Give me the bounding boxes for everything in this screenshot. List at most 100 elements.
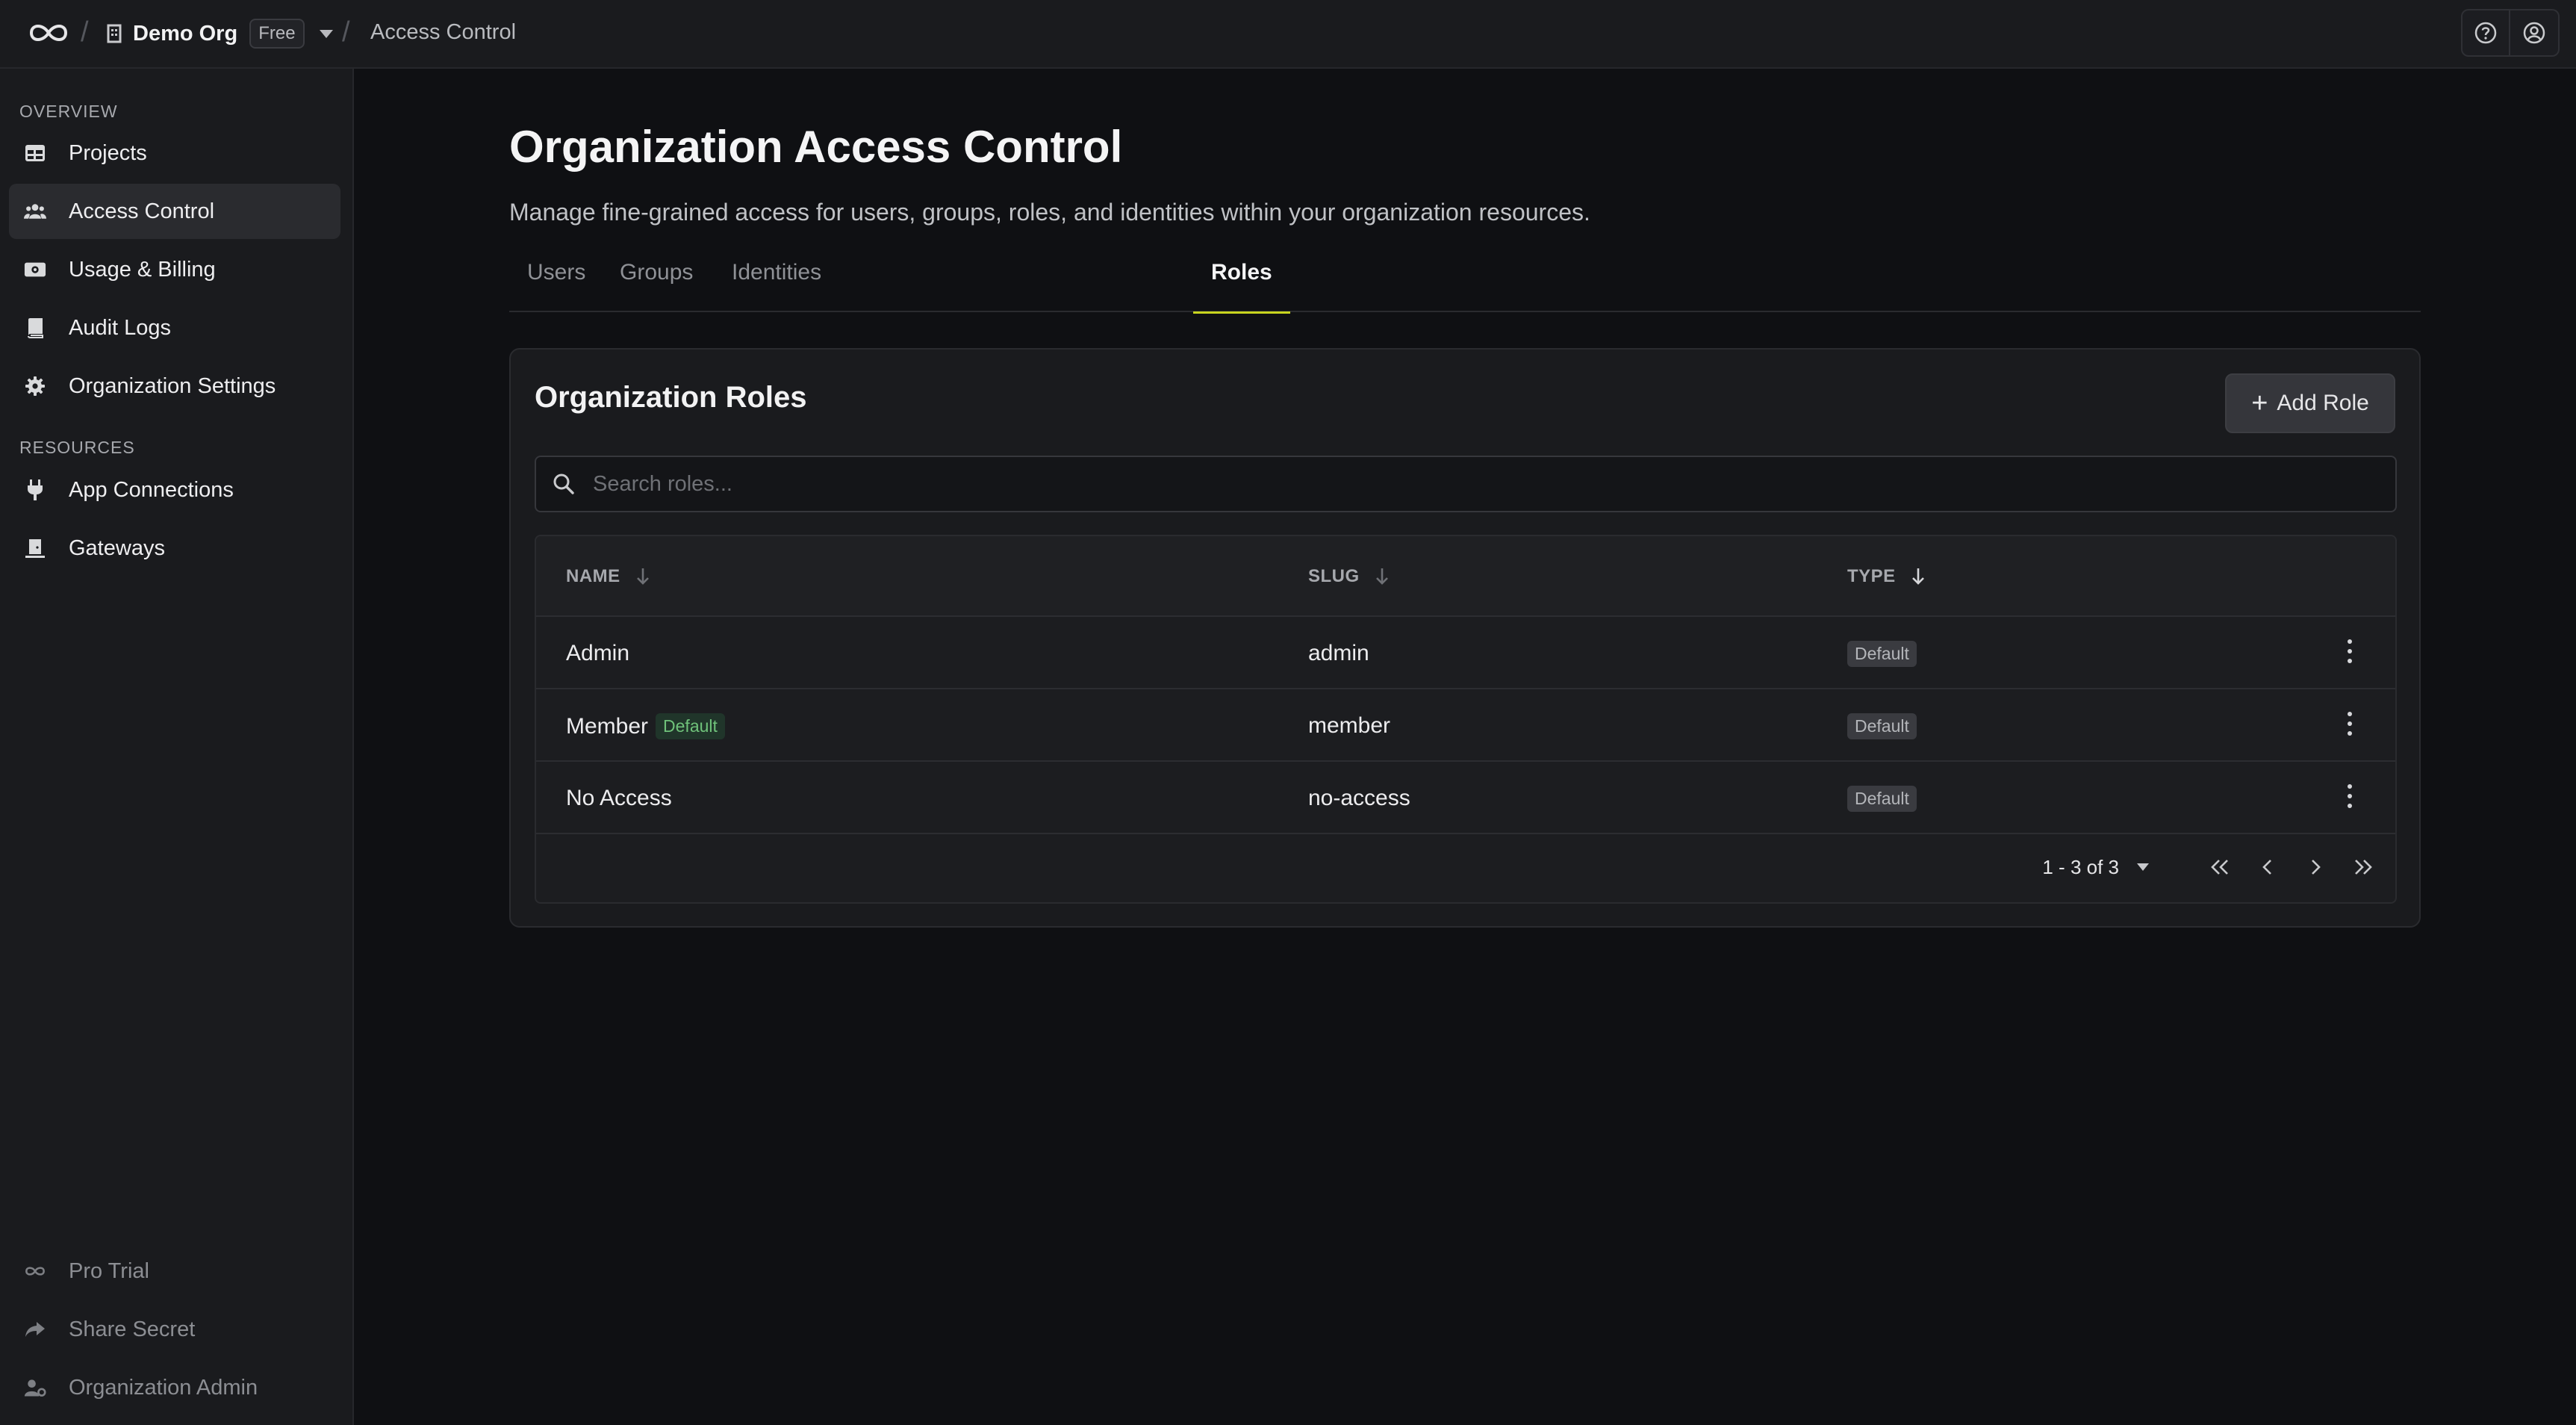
money-icon — [24, 258, 46, 281]
sidebar-item-label: Audit Logs — [69, 315, 172, 340]
sidebar-item-gateways[interactable]: Gateways — [9, 521, 340, 576]
plug-icon — [24, 479, 46, 501]
roles-card: Organization Roles + Add Role NAME — [509, 348, 2421, 928]
book-icon — [24, 317, 46, 339]
sidebar-item-audit-logs[interactable]: Audit Logs — [9, 300, 340, 356]
sort-arrow-icon — [636, 568, 649, 585]
search-icon — [553, 474, 574, 494]
sidebar-item-organization-settings[interactable]: Organization Settings — [9, 358, 340, 414]
sidebar-item-pro-trial[interactable]: Pro Trial — [9, 1244, 340, 1299]
tab-roles[interactable]: Roles — [1193, 260, 1290, 314]
org-selector[interactable]: Demo Org Free — [106, 18, 333, 49]
table-footer: 1 - 3 of 3 — [536, 835, 2395, 902]
sidebar-item-access-control[interactable]: Access Control — [9, 184, 340, 239]
page-subtitle: Manage fine-grained access for users, gr… — [509, 199, 1590, 226]
column-header-name[interactable]: NAME — [566, 566, 650, 587]
sidebar-item-projects[interactable]: Projects — [9, 125, 340, 181]
main-content: Organization Access Control Manage fine-… — [355, 69, 2576, 1425]
infinity-icon — [24, 1260, 46, 1282]
sidebar-item-app-connections[interactable]: App Connections — [9, 462, 340, 518]
tab-users[interactable]: Users — [527, 260, 585, 312]
sidebar-item-share-secret[interactable]: Share Secret — [9, 1302, 340, 1357]
add-role-label: Add Role — [2277, 391, 2369, 415]
sidebar: OVERVIEW Projects Access Control Usage &… — [0, 69, 354, 1425]
table-icon — [24, 142, 46, 164]
user-circle-icon — [2523, 22, 2545, 44]
table-row[interactable]: Admin admin Default — [536, 617, 2395, 689]
breadcrumb-separator: / — [81, 16, 89, 48]
role-name: Member — [566, 713, 649, 739]
sidebar-item-label: Organization Settings — [69, 373, 276, 398]
more-options-icon[interactable] — [2346, 639, 2353, 663]
app-root: / Demo Org Free / Access Control OVERVIE… — [0, 0, 2576, 1425]
plan-badge: Free — [249, 19, 305, 49]
column-header-slug[interactable]: SLUG — [1308, 566, 1390, 587]
default-role-badge: Default — [656, 713, 725, 739]
pagination-range: 1 - 3 of 3 — [2042, 855, 2119, 878]
page-title: Organization Access Control — [509, 122, 1123, 172]
chevron-down-icon[interactable] — [319, 29, 333, 38]
sidebar-item-label: App Connections — [69, 477, 234, 502]
sidebar-item-label: Share Secret — [69, 1317, 196, 1341]
gear-icon — [24, 375, 46, 397]
share-icon — [24, 1318, 46, 1341]
sidebar-section-resources: RESOURCES — [19, 438, 135, 457]
roles-table: NAME SLUG TYPE Admin admin Default Membe… — [535, 535, 2397, 904]
column-label: NAME — [566, 566, 620, 586]
sort-arrow-icon — [1375, 568, 1388, 585]
card-title: Organization Roles — [535, 381, 807, 414]
role-type-badge: Default — [1847, 641, 1917, 667]
table-row[interactable]: Member Default member Default — [536, 689, 2395, 762]
role-name: No Access — [566, 786, 672, 810]
tab-groups[interactable]: Groups — [620, 260, 693, 312]
org-name: Demo Org — [133, 21, 238, 46]
sidebar-item-organization-admin[interactable]: Organization Admin — [9, 1360, 340, 1415]
breadcrumb-separator: / — [342, 16, 350, 48]
role-name-cell: Member Default — [566, 713, 725, 739]
breadcrumb-current[interactable]: Access Control — [370, 20, 516, 45]
role-type-badge: Default — [1847, 786, 1917, 812]
sidebar-item-label: Projects — [69, 140, 147, 165]
next-page-icon[interactable] — [2303, 854, 2328, 880]
sidebar-item-label: Organization Admin — [69, 1375, 258, 1400]
table-header: NAME SLUG TYPE — [536, 536, 2395, 617]
sidebar-section-overview: OVERVIEW — [19, 102, 118, 121]
search-bar — [535, 456, 2397, 512]
role-slug: admin — [1308, 641, 1369, 665]
column-label: TYPE — [1847, 566, 1896, 586]
sidebar-item-usage-billing[interactable]: Usage & Billing — [9, 242, 340, 297]
question-circle-icon — [2474, 22, 2497, 44]
top-bar: / Demo Org Free / Access Control — [0, 0, 2576, 69]
sidebar-item-label: Access Control — [69, 199, 215, 223]
sidebar-item-label: Usage & Billing — [69, 257, 216, 282]
sidebar-item-label: Pro Trial — [69, 1258, 149, 1283]
tab-bar: Users Groups Identities Roles — [509, 245, 2421, 314]
sort-arrow-icon — [1911, 568, 1924, 585]
top-actions — [2461, 9, 2560, 57]
role-slug: member — [1308, 713, 1391, 738]
account-button[interactable] — [2510, 9, 2560, 57]
search-input[interactable] — [593, 471, 2395, 497]
role-name: Admin — [566, 641, 630, 665]
infinity-logo-icon[interactable] — [27, 21, 70, 45]
user-gear-icon — [24, 1376, 46, 1399]
more-options-icon[interactable] — [2346, 784, 2353, 808]
gateway-icon — [24, 537, 46, 559]
users-icon — [24, 200, 46, 223]
sidebar-item-label: Gateways — [69, 535, 165, 560]
last-page-icon[interactable] — [2351, 854, 2376, 880]
table-row[interactable]: No Access no-access Default — [536, 762, 2395, 834]
pagination: 1 - 3 of 3 — [2042, 854, 2376, 880]
more-options-icon[interactable] — [2346, 712, 2353, 736]
plus-icon: + — [2251, 388, 2268, 419]
previous-page-icon[interactable] — [2255, 854, 2280, 880]
role-type-badge: Default — [1847, 713, 1917, 739]
chevron-down-icon[interactable] — [2137, 863, 2149, 871]
add-role-button[interactable]: + Add Role — [2225, 373, 2395, 433]
column-header-type[interactable]: TYPE — [1847, 566, 1926, 587]
first-page-icon[interactable] — [2207, 854, 2233, 880]
column-label: SLUG — [1308, 566, 1360, 586]
role-slug: no-access — [1308, 786, 1410, 810]
help-button[interactable] — [2461, 9, 2510, 57]
tab-identities[interactable]: Identities — [732, 260, 821, 312]
